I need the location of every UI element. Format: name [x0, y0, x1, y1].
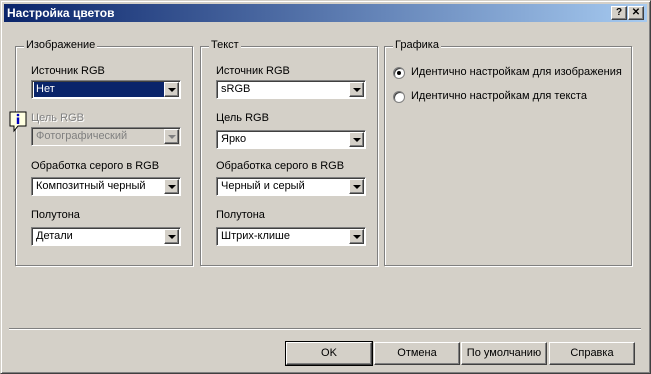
image-gray-value: Композитный черный	[36, 180, 146, 192]
text-target-label: Цель RGB	[216, 112, 269, 124]
color-settings-dialog: Настройка цветов ? ✕ Изображение Источни…	[0, 0, 651, 374]
ok-button[interactable]: OK	[285, 341, 373, 366]
text-halftone-select[interactable]: Штрих-клише	[216, 227, 366, 246]
separator	[9, 328, 641, 330]
image-target-select[interactable]: Фотографический	[31, 127, 181, 146]
title-bar[interactable]: Настройка цветов ? ✕	[4, 4, 647, 22]
image-halftone-label: Полутона	[31, 209, 80, 221]
group-image: Изображение Источник RGB Нет Цель RGB Фо…	[15, 39, 193, 266]
chevron-down-icon[interactable]	[349, 132, 364, 147]
image-target-label: Цель RGB	[31, 112, 84, 124]
close-title-button[interactable]: ✕	[628, 6, 644, 20]
image-source-label: Источник RGB	[31, 65, 105, 77]
text-target-value: Ярко	[221, 133, 247, 145]
group-text: Текст Источник RGB sRGB Цель RGB Ярко Об…	[200, 39, 378, 266]
text-source-label: Источник RGB	[216, 65, 290, 77]
image-gray-select[interactable]: Композитный черный	[31, 177, 181, 196]
help-title-button[interactable]: ?	[611, 6, 627, 20]
defaults-button[interactable]: По умолчанию	[461, 342, 547, 365]
image-halftone-value: Детали	[36, 230, 73, 242]
chevron-down-icon[interactable]	[164, 129, 179, 144]
chevron-down-icon[interactable]	[164, 179, 179, 194]
radio-button[interactable]	[393, 91, 405, 103]
text-gray-value: Черный и серый	[221, 180, 305, 192]
text-target-select[interactable]: Ярко	[216, 130, 366, 149]
graphics-option-image-label: Идентично настройкам для изображения	[411, 66, 622, 78]
chevron-down-icon[interactable]	[164, 82, 179, 97]
image-gray-label: Обработка серого в RGB	[31, 160, 160, 172]
chevron-down-icon[interactable]	[349, 229, 364, 244]
cancel-button[interactable]: Отмена	[374, 342, 460, 365]
text-gray-label: Обработка серого в RGB	[216, 160, 345, 172]
chevron-down-icon[interactable]	[349, 179, 364, 194]
window-title: Настройка цветов	[7, 6, 115, 20]
info-icon	[9, 111, 27, 133]
text-source-select[interactable]: sRGB	[216, 80, 366, 99]
help-button[interactable]: Справка	[549, 342, 635, 365]
group-graphics: Графика Идентично настройкам для изображ…	[384, 39, 632, 266]
image-target-value: Фотографический	[36, 130, 128, 142]
graphics-option-text-label: Идентично настройкам для текста	[411, 90, 587, 102]
chevron-down-icon[interactable]	[349, 82, 364, 97]
text-halftone-value: Штрих-клише	[221, 230, 290, 242]
group-image-title: Изображение	[24, 39, 98, 51]
group-text-title: Текст	[209, 39, 241, 51]
image-halftone-select[interactable]: Детали	[31, 227, 181, 246]
text-halftone-label: Полутона	[216, 209, 265, 221]
chevron-down-icon[interactable]	[164, 229, 179, 244]
radio-button[interactable]	[393, 67, 405, 79]
text-gray-select[interactable]: Черный и серый	[216, 177, 366, 196]
image-source-value: Нет	[34, 82, 164, 97]
image-source-select[interactable]: Нет	[31, 80, 181, 99]
group-graphics-title: Графика	[393, 39, 441, 51]
text-source-value: sRGB	[221, 83, 251, 95]
